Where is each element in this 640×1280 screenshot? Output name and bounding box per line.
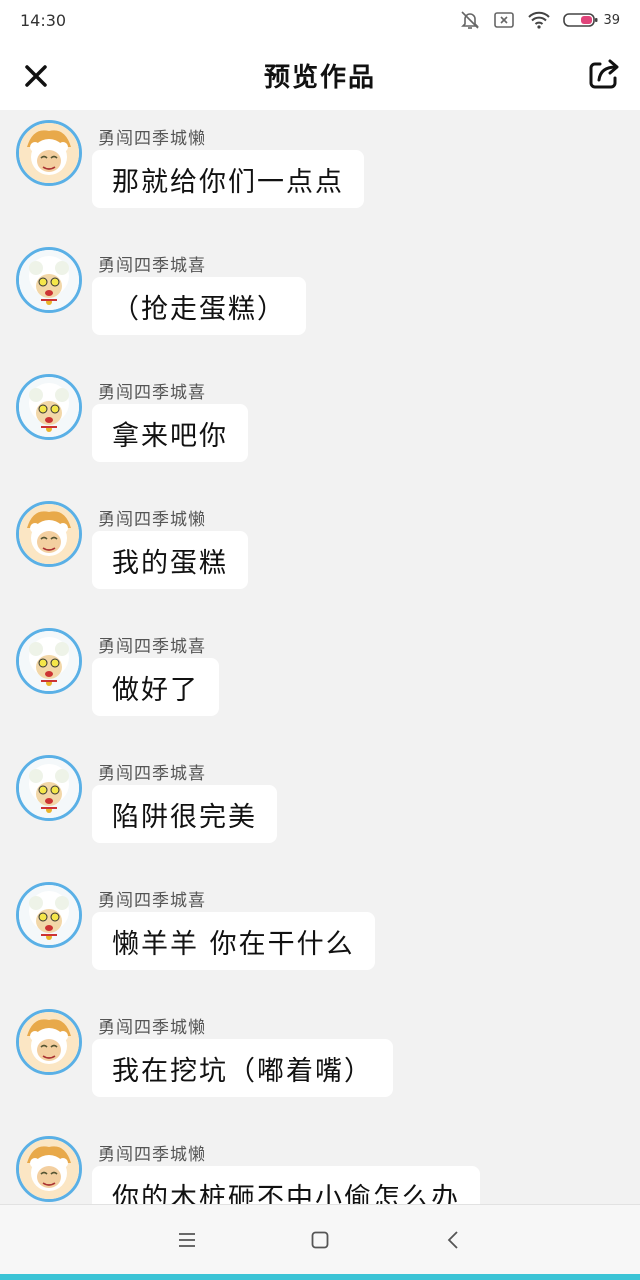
page-title: 预览作品 <box>263 62 376 93</box>
status-bar: 14:30 39 <box>0 0 640 40</box>
avatar[interactable] <box>16 501 82 567</box>
message-sender-name: 勇闯四季城懒 <box>98 510 206 530</box>
chat-message: 勇闯四季城喜 （抢走蛋糕） <box>0 239 640 366</box>
chat-message: 勇闯四季城喜 拿来吧你 <box>0 366 640 493</box>
status-time: 14:30 <box>20 10 67 30</box>
chat-message: 勇闯四季城喜 陷阱很完美 <box>0 747 640 874</box>
back-icon[interactable] <box>433 1220 473 1260</box>
avatar[interactable] <box>16 755 82 821</box>
wifi-icon <box>527 10 551 30</box>
battery-level: 39 <box>603 12 620 28</box>
chat-message-list[interactable]: 勇闯四季城懒 那就给你们一点点 勇闯四季城喜 （抢走蛋糕） 勇闯四季城喜 拿来吧你 勇闯四季… <box>0 110 640 1204</box>
message-sender-name: 勇闯四季城喜 <box>98 383 206 403</box>
close-icon[interactable] <box>22 62 50 90</box>
message-bubble[interactable]: 我的蛋糕 <box>92 531 248 589</box>
home-icon[interactable] <box>300 1220 340 1260</box>
chat-message: 勇闯四季城懒 我的蛋糕 <box>0 493 640 620</box>
avatar[interactable] <box>16 628 82 694</box>
message-bubble[interactable]: 我在挖坑（嘟着嘴） <box>92 1039 393 1097</box>
avatar[interactable] <box>16 374 82 440</box>
status-icons: 39 <box>459 9 620 31</box>
message-sender-name: 勇闯四季城喜 <box>98 256 206 276</box>
message-sender-name: 勇闯四季城喜 <box>98 891 206 911</box>
message-bubble[interactable]: 那就给你们一点点 <box>92 150 364 208</box>
message-sender-name: 勇闯四季城喜 <box>98 764 206 784</box>
menu-icon[interactable] <box>167 1220 207 1260</box>
message-bubble[interactable]: 陷阱很完美 <box>92 785 277 843</box>
system-nav-bar <box>0 1204 640 1274</box>
chat-message: 勇闯四季城懒 那就给你们一点点 <box>0 112 640 239</box>
message-sender-name: 勇闯四季城喜 <box>98 637 206 657</box>
chat-message: 勇闯四季城喜 懒羊羊 你在干什么 <box>0 874 640 1001</box>
message-sender-name: 勇闯四季城懒 <box>98 1145 206 1165</box>
chat-message: 勇闯四季城懒 我在挖坑（嘟着嘴） <box>0 1001 640 1128</box>
avatar[interactable] <box>16 1009 82 1075</box>
message-bubble[interactable]: 做好了 <box>92 658 219 716</box>
avatar[interactable] <box>16 120 82 186</box>
share-icon[interactable] <box>586 56 622 92</box>
message-bubble[interactable]: 你的木桩砸不中小偷怎么办 <box>92 1166 480 1204</box>
header-bar: 预览作品 <box>0 40 640 110</box>
bell-muted-icon <box>459 9 481 31</box>
avatar[interactable] <box>16 882 82 948</box>
chat-message: 勇闯四季城喜 做好了 <box>0 620 640 747</box>
battery-icon <box>563 12 599 28</box>
avatar[interactable] <box>16 1136 82 1202</box>
message-bubble[interactable]: （抢走蛋糕） <box>92 277 306 335</box>
avatar[interactable] <box>16 247 82 313</box>
bottom-accent-bar <box>0 1274 640 1280</box>
message-sender-name: 勇闯四季城懒 <box>98 129 206 149</box>
message-sender-name: 勇闯四季城懒 <box>98 1018 206 1038</box>
sim-off-icon <box>493 10 515 30</box>
chat-message: 勇闯四季城懒 你的木桩砸不中小偷怎么办 <box>0 1128 640 1204</box>
message-bubble[interactable]: 懒羊羊 你在干什么 <box>92 912 375 970</box>
message-bubble[interactable]: 拿来吧你 <box>92 404 248 462</box>
